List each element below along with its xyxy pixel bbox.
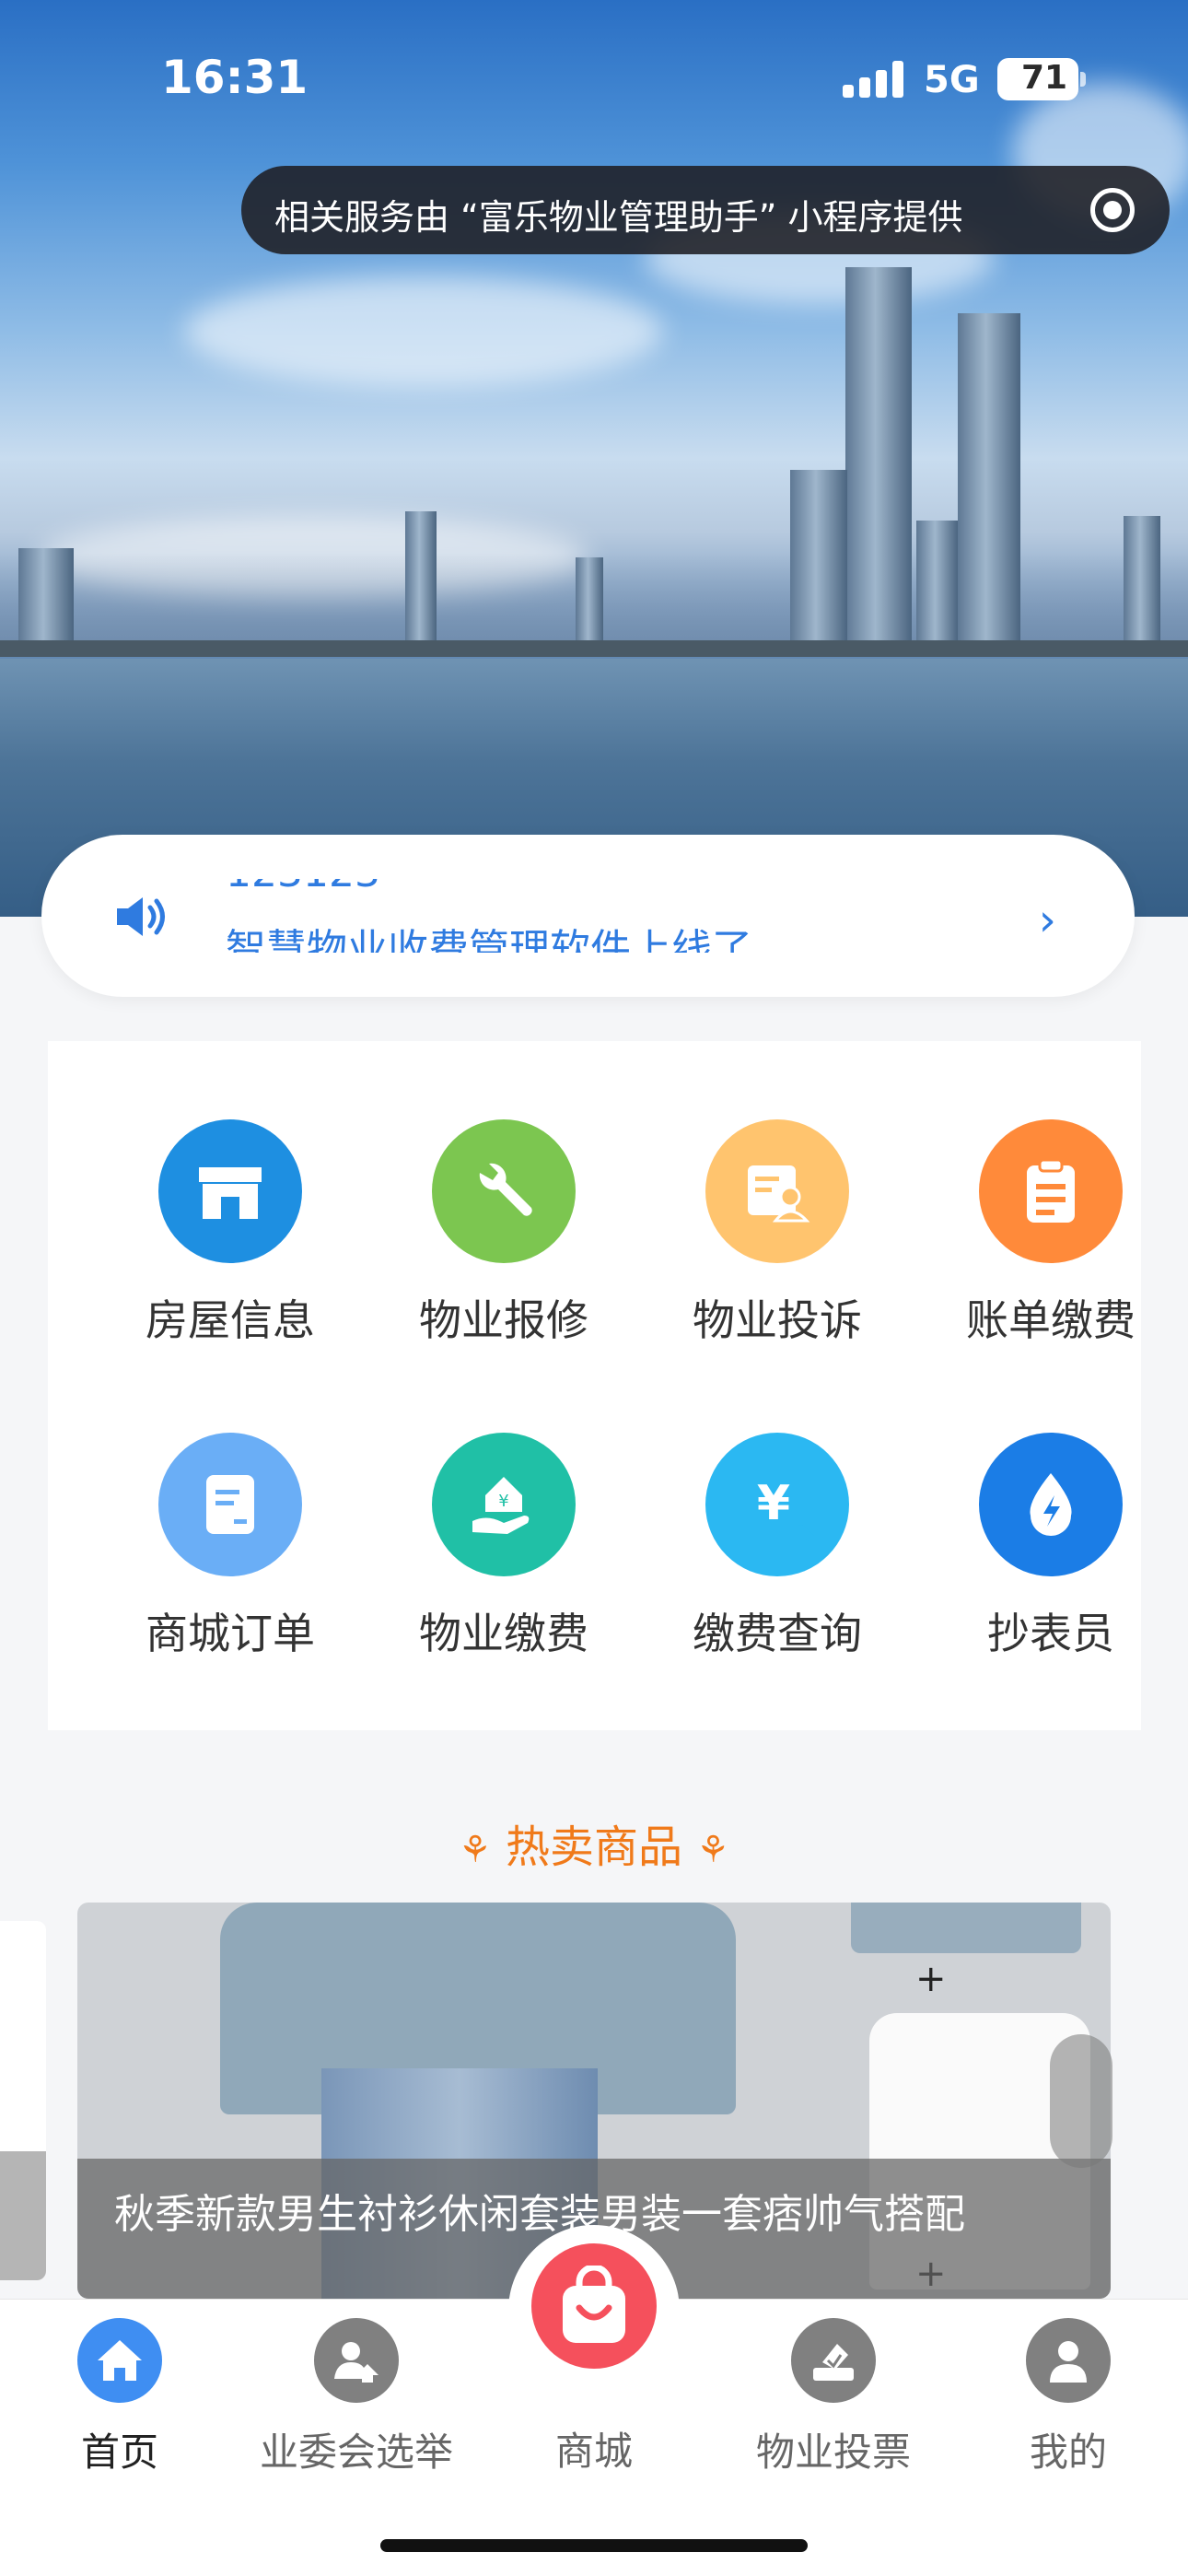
shopping-bag-icon [531, 2243, 657, 2369]
battery-level: 71 [1021, 59, 1068, 97]
notice-bar[interactable]: 123123 智慧物业收费管理软件上线了 › [41, 835, 1135, 997]
cloud [184, 276, 663, 387]
grid-item-payment-query[interactable]: ¥ 缴费查询 [662, 1433, 892, 1663]
hot-products-label: 热卖商品 [505, 1821, 682, 1873]
bridge [0, 640, 1188, 657]
grid-item-mall-orders[interactable]: 商城订单 [115, 1433, 345, 1663]
tower [845, 267, 912, 645]
hot-products-title: ⚘ 热卖商品 ⚘ [0, 1810, 1188, 1875]
grid-item-meter-reader[interactable]: 抄表员 [936, 1433, 1166, 1663]
notice-scroller: 123123 智慧物业收费管理软件上线了 [226, 879, 1054, 953]
grid-item-property-fee[interactable]: ¥ 物业缴费 [389, 1433, 619, 1663]
grid-label: 抄表员 [987, 1609, 1114, 1658]
network-label: 5G [924, 59, 980, 101]
grid-item-repair[interactable]: 物业报修 [389, 1119, 619, 1350]
grid-item-bill-payment[interactable]: 账单缴费 [936, 1119, 1166, 1350]
tower [916, 521, 958, 645]
svg-text:¥: ¥ [498, 1492, 508, 1511]
order-doc-icon [158, 1433, 302, 1576]
mini-program-banner-text: 相关服务由 “富乐物业管理助手” 小程序提供 [274, 197, 963, 238]
tab-label[interactable]: 商城 [483, 2420, 705, 2476]
tab-label: 物业投票 [755, 2430, 911, 2475]
wrench-icon [432, 1119, 576, 1263]
notice-line: 123123 [226, 879, 380, 896]
previous-product-card[interactable] [0, 1921, 46, 2280]
tab-mall[interactable] [508, 2225, 680, 2396]
tower [1124, 516, 1160, 645]
grid-label: 物业投诉 [693, 1295, 862, 1345]
plus-icon: + [915, 1958, 947, 2000]
clipboard-icon [979, 1119, 1123, 1263]
tab-label: 我的 [1029, 2430, 1107, 2475]
grid-label: 账单缴费 [966, 1295, 1136, 1345]
water-drop-icon [979, 1433, 1123, 1576]
grid-label: 房屋信息 [146, 1295, 315, 1345]
chevron-right-icon[interactable]: › [1039, 895, 1056, 946]
shirt-image [851, 1903, 1081, 1953]
election-icon [314, 2318, 399, 2403]
home-icon [77, 2318, 162, 2403]
grid-label: 商城订单 [146, 1609, 315, 1658]
grid-item-house-info[interactable]: 房屋信息 [115, 1119, 345, 1350]
tower [405, 511, 437, 645]
hand-house-payment-icon: ¥ [432, 1433, 576, 1576]
service-grid: 房屋信息 物业报修 物业投诉 账单缴费 商城订单 ¥ 物业缴费 ¥ 缴费查询 抄… [48, 1041, 1141, 1730]
tab-mine[interactable]: 我的 [958, 2318, 1179, 2475]
user-icon [1026, 2318, 1111, 2403]
hero-banner-image [0, 0, 1188, 917]
tower [958, 313, 1020, 645]
grid-item-complaint[interactable]: 物业投诉 [662, 1119, 892, 1350]
tab-election[interactable]: 业委会选举 [246, 2318, 467, 2475]
tower [790, 470, 847, 645]
grid-label: 缴费查询 [693, 1609, 862, 1658]
yuan-search-icon: ¥ [705, 1433, 849, 1576]
tower [576, 557, 603, 645]
grid-label: 物业报修 [419, 1295, 588, 1345]
tab-label: 业委会选举 [259, 2430, 453, 2475]
battery-icon: 71 [997, 58, 1078, 100]
grid-label: 物业缴费 [419, 1609, 588, 1658]
battery-cap [1080, 72, 1086, 87]
home-indicator[interactable] [380, 2539, 808, 2552]
tab-label: 首页 [80, 2430, 158, 2475]
scroll-handle[interactable] [1050, 2034, 1112, 2168]
flower-icon: ⚘ [696, 1829, 730, 1871]
svg-text:¥: ¥ [757, 1476, 790, 1531]
status-time: 16:31 [161, 51, 309, 104]
tower [18, 548, 74, 645]
signal-icon [843, 61, 907, 98]
flower-icon: ⚘ [458, 1829, 492, 1871]
notice-line: 智慧物业收费管理软件上线了 [226, 926, 752, 953]
mini-program-banner[interactable]: 相关服务由 “富乐物业管理助手” 小程序提供 [241, 166, 1170, 254]
complaint-icon [705, 1119, 849, 1263]
tab-home[interactable]: 首页 [9, 2318, 230, 2475]
tab-vote[interactable]: 物业投票 [723, 2318, 944, 2475]
speaker-icon [117, 897, 165, 936]
house-icon [158, 1119, 302, 1263]
record-icon[interactable] [1090, 188, 1135, 232]
vote-icon [791, 2318, 876, 2403]
